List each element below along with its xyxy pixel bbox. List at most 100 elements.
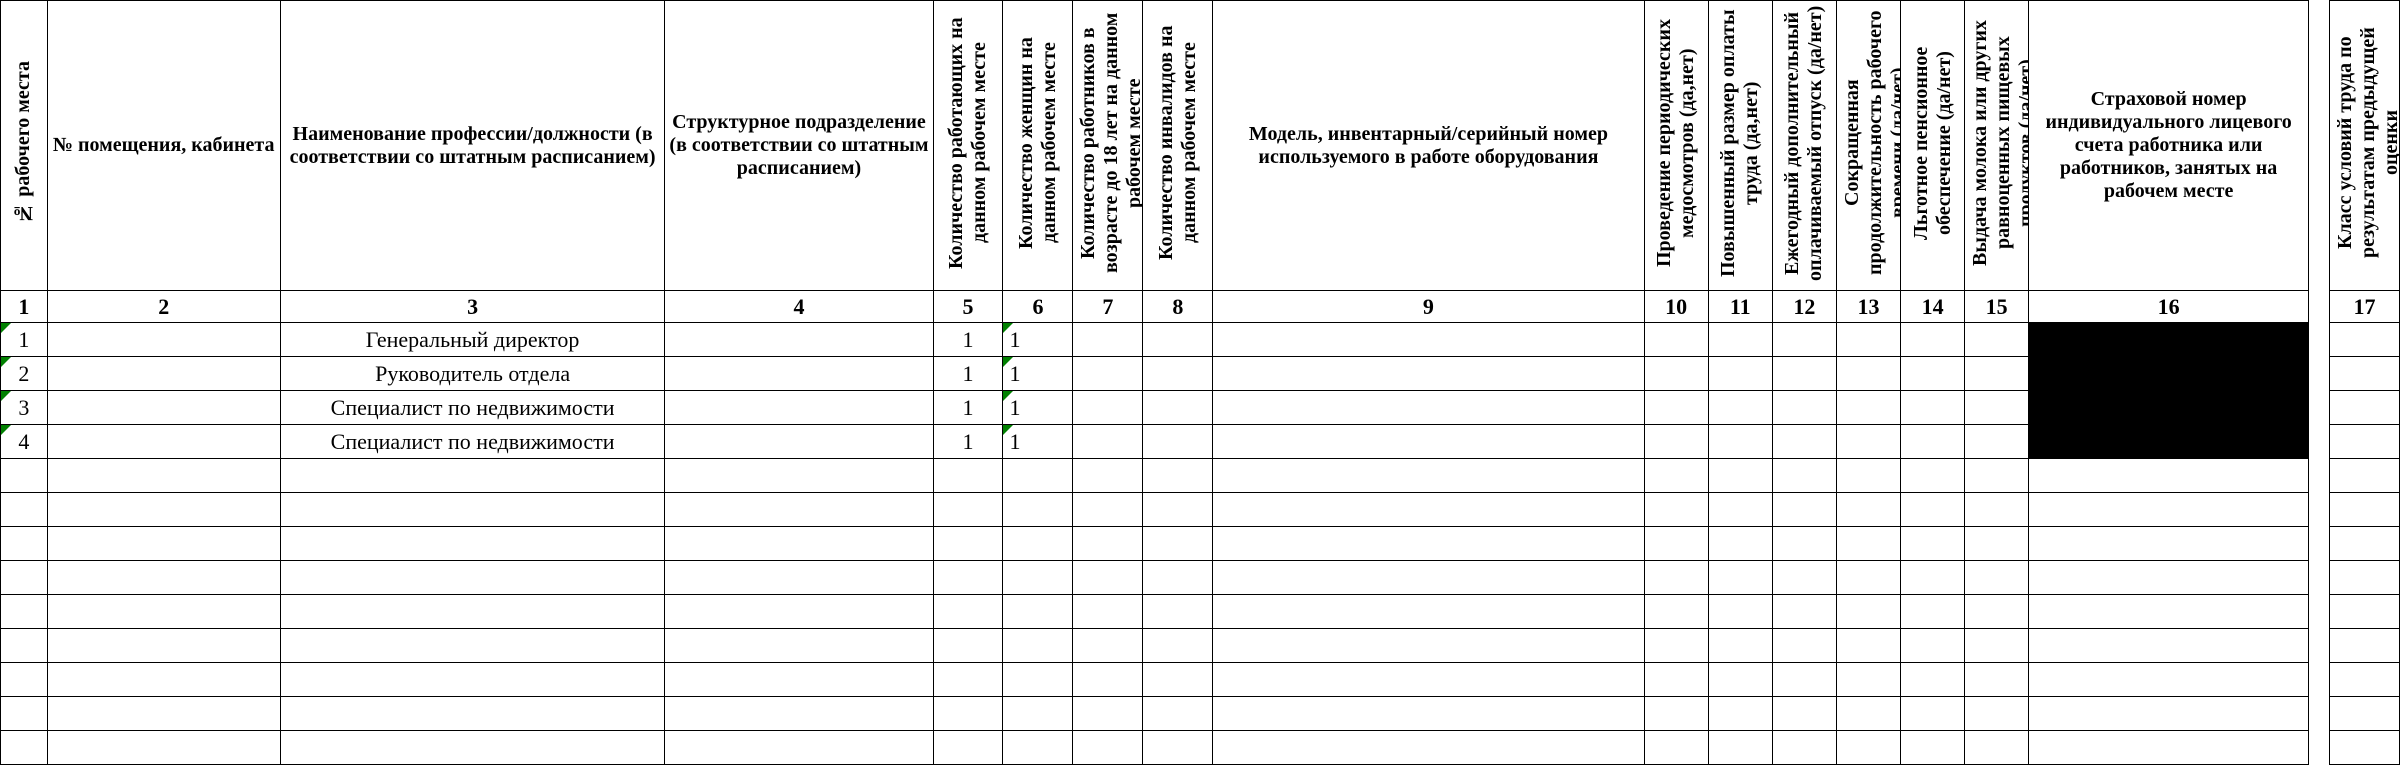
cell[interactable] (1836, 697, 1900, 731)
cell-department[interactable] (665, 357, 933, 391)
cell-count-disabled[interactable] (1143, 425, 1213, 459)
cell[interactable] (933, 663, 1003, 697)
cell[interactable] (1965, 459, 2029, 493)
cell-snils[interactable] (2029, 425, 2309, 459)
cell[interactable] (47, 493, 280, 527)
cell[interactable] (2329, 561, 2399, 595)
cell[interactable] (1143, 697, 1213, 731)
cell[interactable] (1708, 527, 1772, 561)
cell[interactable] (1965, 493, 2029, 527)
cell[interactable] (1836, 561, 1900, 595)
cell[interactable] (1901, 663, 1965, 697)
cell-snils[interactable] (2029, 323, 2309, 357)
cell-count-disabled[interactable] (1143, 323, 1213, 357)
cell[interactable] (1772, 459, 1836, 493)
cell-equipment[interactable] (1213, 323, 1644, 357)
cell-extra-vacation[interactable] (1772, 357, 1836, 391)
cell[interactable] (1143, 527, 1213, 561)
cell[interactable] (1708, 629, 1772, 663)
cell[interactable] (1836, 663, 1900, 697)
cell[interactable] (1073, 731, 1143, 765)
cell[interactable] (1003, 697, 1073, 731)
cell-room[interactable] (47, 323, 280, 357)
cell[interactable] (1, 697, 48, 731)
cell[interactable] (1143, 663, 1213, 697)
cell[interactable] (933, 561, 1003, 595)
cell[interactable] (665, 595, 933, 629)
cell-snils[interactable] (2029, 357, 2309, 391)
cell[interactable] (1901, 731, 1965, 765)
cell[interactable] (1772, 629, 1836, 663)
cell[interactable] (2329, 459, 2399, 493)
cell[interactable] (1708, 493, 1772, 527)
cell[interactable] (1901, 595, 1965, 629)
cell[interactable] (933, 459, 1003, 493)
cell[interactable] (1, 527, 48, 561)
cell[interactable] (1213, 561, 1644, 595)
cell-count-under18[interactable] (1073, 391, 1143, 425)
cell-department[interactable] (665, 425, 933, 459)
cell-medexam[interactable] (1644, 425, 1708, 459)
cell[interactable] (1003, 731, 1073, 765)
cell-room[interactable] (47, 425, 280, 459)
cell[interactable] (1644, 561, 1708, 595)
cell[interactable] (2029, 493, 2309, 527)
cell-count-workers[interactable]: 1 (933, 357, 1003, 391)
cell-equipment[interactable] (1213, 425, 1644, 459)
cell-extra-vacation[interactable] (1772, 425, 1836, 459)
cell[interactable] (933, 731, 1003, 765)
cell[interactable] (1143, 493, 1213, 527)
cell-pension[interactable] (1901, 391, 1965, 425)
cell-equipment[interactable] (1213, 357, 1644, 391)
cell[interactable] (933, 527, 1003, 561)
cell[interactable] (280, 629, 665, 663)
cell[interactable] (1708, 697, 1772, 731)
cell[interactable] (1, 493, 48, 527)
cell[interactable] (933, 629, 1003, 663)
cell[interactable] (933, 595, 1003, 629)
cell[interactable] (2329, 663, 2399, 697)
cell-profession[interactable]: Генеральный директор (280, 323, 665, 357)
cell[interactable] (1143, 731, 1213, 765)
cell[interactable] (1644, 595, 1708, 629)
cell[interactable] (1073, 459, 1143, 493)
cell[interactable] (1772, 527, 1836, 561)
cell-pension[interactable] (1901, 425, 1965, 459)
cell[interactable] (1073, 493, 1143, 527)
cell[interactable] (1644, 731, 1708, 765)
cell-equipment[interactable] (1213, 391, 1644, 425)
cell-index[interactable]: 2 (1, 357, 48, 391)
cell[interactable] (1213, 663, 1644, 697)
cell[interactable] (1073, 697, 1143, 731)
cell[interactable] (1901, 527, 1965, 561)
cell[interactable] (1772, 697, 1836, 731)
cell-short-hours[interactable] (1836, 323, 1900, 357)
cell[interactable] (1644, 459, 1708, 493)
cell[interactable] (47, 459, 280, 493)
cell-count-disabled[interactable] (1143, 357, 1213, 391)
cell[interactable] (1003, 663, 1073, 697)
cell[interactable] (665, 527, 933, 561)
cell[interactable] (1213, 459, 1644, 493)
cell[interactable] (1836, 459, 1900, 493)
cell-class[interactable] (2329, 391, 2399, 425)
cell[interactable] (1965, 561, 2029, 595)
cell[interactable] (2329, 697, 2399, 731)
cell-extra-vacation[interactable] (1772, 323, 1836, 357)
cell-milk[interactable] (1965, 323, 2029, 357)
cell[interactable] (280, 697, 665, 731)
cell[interactable] (1, 731, 48, 765)
cell[interactable] (2029, 527, 2309, 561)
cell[interactable] (1213, 595, 1644, 629)
cell[interactable] (1772, 493, 1836, 527)
cell[interactable] (47, 561, 280, 595)
cell[interactable] (2329, 629, 2399, 663)
cell-milk[interactable] (1965, 357, 2029, 391)
cell[interactable] (280, 527, 665, 561)
cell[interactable] (1003, 493, 1073, 527)
cell[interactable] (1965, 595, 2029, 629)
cell-short-hours[interactable] (1836, 391, 1900, 425)
cell[interactable] (2329, 527, 2399, 561)
cell[interactable] (933, 493, 1003, 527)
cell-index[interactable]: 1 (1, 323, 48, 357)
